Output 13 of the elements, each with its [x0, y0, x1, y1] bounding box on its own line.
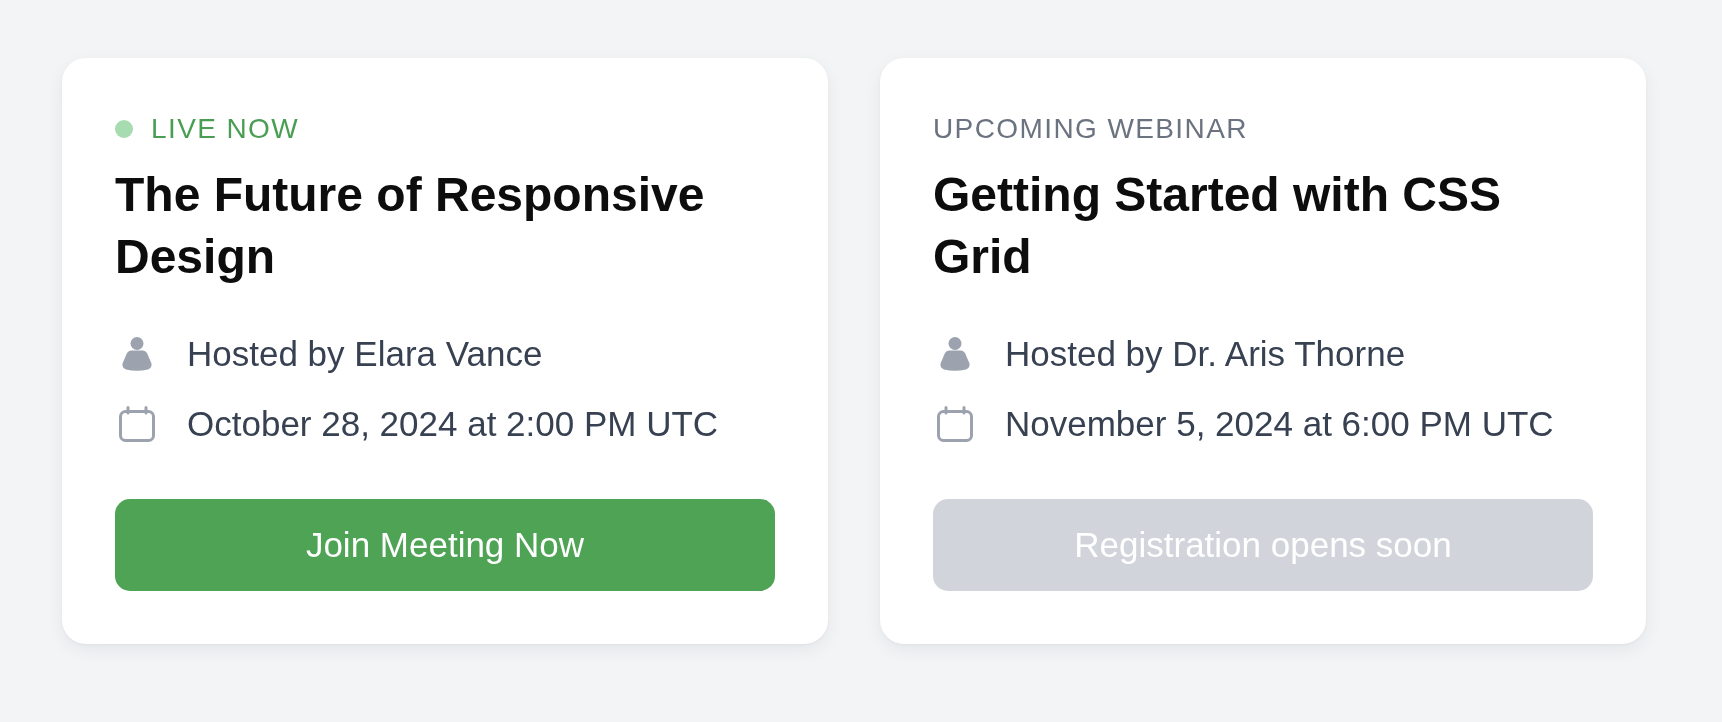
status-label: UPCOMING WEBINAR — [933, 112, 1248, 146]
date-text: October 28, 2024 at 2:00 PM UTC — [187, 403, 719, 445]
host-text: Hosted by Elara Vance — [187, 333, 543, 375]
status-label: LIVE NOW — [151, 112, 300, 146]
date-text: November 5, 2024 at 6:00 PM UTC — [1005, 403, 1554, 445]
event-title: The Future of Responsive Design — [115, 167, 706, 285]
calendar-icon — [937, 406, 973, 442]
calendar-icon — [119, 406, 155, 442]
action-button[interactable]: Join Meeting Now — [115, 499, 775, 591]
person-icon — [122, 337, 152, 371]
event-title: Getting Started with CSS Grid — [933, 167, 1503, 285]
host-text: Hosted by Dr. Aris Thorne — [1005, 333, 1406, 375]
person-icon — [940, 337, 970, 371]
